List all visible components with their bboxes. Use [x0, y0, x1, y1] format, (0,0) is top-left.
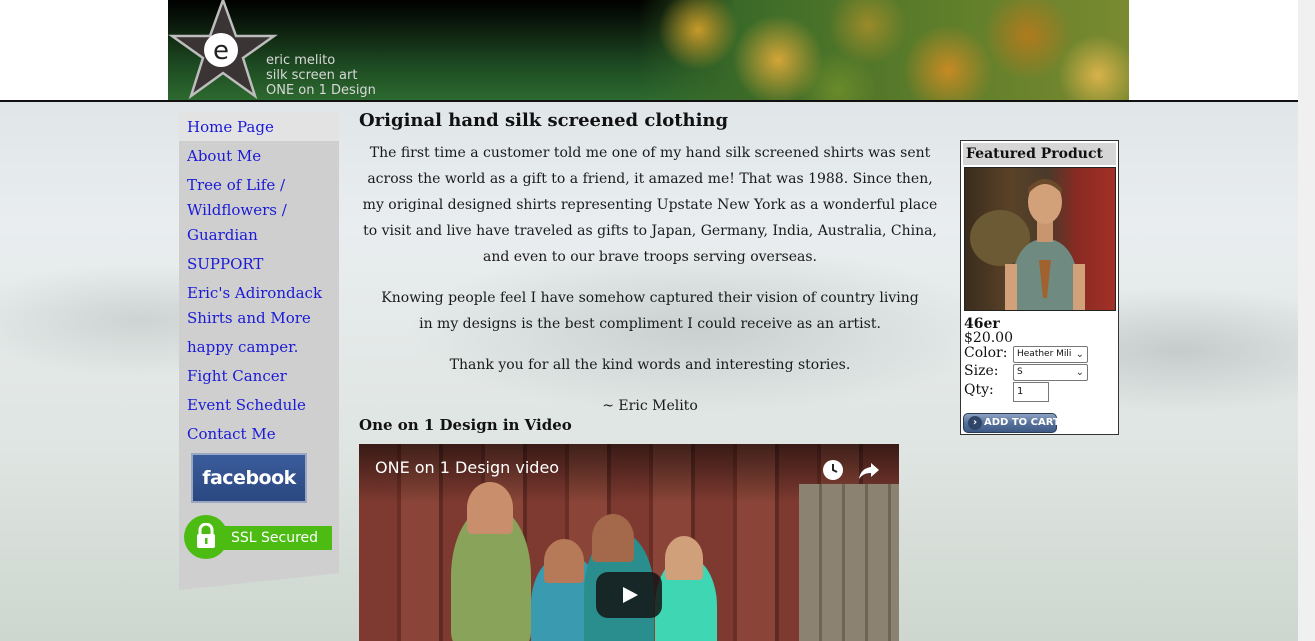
- color-select-value: Heather Mili: [1017, 349, 1072, 359]
- size-select[interactable]: S ⌄: [1013, 364, 1088, 381]
- lock-icon: [197, 523, 215, 548]
- brand-line-name: eric melito: [266, 53, 336, 68]
- thumbnail-face: [467, 482, 513, 534]
- facebook-label: facebook: [202, 467, 296, 489]
- product-name[interactable]: 46er: [964, 317, 1000, 331]
- add-to-cart-button[interactable]: › ADD TO CART: [963, 413, 1060, 433]
- brand-text: eric melito silk screen art ONE on 1 Des…: [266, 53, 376, 98]
- brand-line-tagline: silk screen art: [266, 68, 358, 83]
- chevron-down-icon: ⌄: [1075, 367, 1084, 378]
- thanks-paragraph: Thank you for all the kind words and int…: [449, 357, 851, 373]
- sidebar-item-about[interactable]: About Me: [187, 144, 337, 169]
- chevron-right-icon: ›: [968, 416, 982, 430]
- product-image[interactable]: [964, 167, 1116, 311]
- color-select[interactable]: Heather Mili ⌄: [1013, 346, 1088, 363]
- sidebar-item-adirondack-shirts[interactable]: Eric's Adirondack Shirts and More: [187, 281, 327, 331]
- compliment-paragraph: Knowing people feel I have somehow captu…: [381, 290, 919, 332]
- facebook-link[interactable]: facebook: [191, 453, 307, 503]
- logo-star-icon[interactable]: e: [168, 0, 278, 100]
- thumbnail-face: [665, 536, 703, 580]
- video-player[interactable]: ONE on 1 Design video: [359, 444, 899, 641]
- video-title: ONE on 1 Design video: [375, 458, 560, 477]
- featured-heading: Featured Product: [963, 143, 1116, 165]
- featured-product-panel: Featured Product 46er $20.00 Color: Heat…: [960, 140, 1119, 435]
- thumbnail-face: [592, 514, 634, 562]
- sidebar-item-home[interactable]: Home Page: [187, 115, 337, 140]
- quantity-input[interactable]: 1: [1013, 382, 1049, 402]
- video-heading: One on 1 Design in Video: [359, 416, 572, 434]
- share-icon[interactable]: [857, 458, 881, 482]
- sidebar-item-contact[interactable]: Contact Me: [187, 422, 337, 447]
- intro-paragraph: The first time a customer told me one of…: [362, 145, 938, 265]
- sidebar-item-event-schedule[interactable]: Event Schedule: [187, 393, 337, 418]
- video-thumbnail-wall: [799, 484, 899, 641]
- size-label: Size:: [964, 363, 999, 379]
- size-select-value: S: [1017, 367, 1023, 377]
- sidebar-nav: Home Page About Me Tree of Life / Wildfl…: [179, 112, 339, 590]
- site-header: e eric melito silk screen art ONE on 1 D…: [0, 0, 1298, 102]
- sidebar-item-support[interactable]: SUPPORT: [187, 252, 337, 277]
- play-button[interactable]: [596, 572, 662, 618]
- banner-foliage-image: [638, 0, 1129, 100]
- chevron-down-icon: ⌄: [1075, 349, 1084, 360]
- page-scrollbar[interactable]: [1298, 0, 1315, 641]
- add-to-cart-label: ADD TO CART: [984, 417, 1060, 428]
- product-price: $20.00: [964, 330, 1013, 346]
- page-title: Original hand silk screened clothing: [359, 110, 729, 131]
- play-icon: [623, 587, 638, 603]
- thumbnail-face: [544, 539, 584, 583]
- sidebar-item-happy-camper[interactable]: happy camper.: [187, 335, 337, 360]
- sidebar-item-fight-cancer[interactable]: Fight Cancer: [187, 364, 337, 389]
- clock-icon[interactable]: [821, 458, 845, 482]
- product-photo-figure: [970, 179, 1085, 310]
- logo-letter: e: [213, 36, 229, 66]
- brand-line-company: ONE on 1 Design: [266, 83, 376, 98]
- qty-label: Qty:: [964, 382, 994, 398]
- header-divider: [0, 100, 1298, 102]
- color-label: Color:: [964, 345, 1008, 361]
- header-banner: e eric melito silk screen art ONE on 1 D…: [168, 0, 1129, 100]
- sidebar-item-tree-of-life[interactable]: Tree of Life / Wildflowers / Guardian: [187, 173, 297, 248]
- ssl-secured-badge: SSL Secured: [184, 515, 334, 559]
